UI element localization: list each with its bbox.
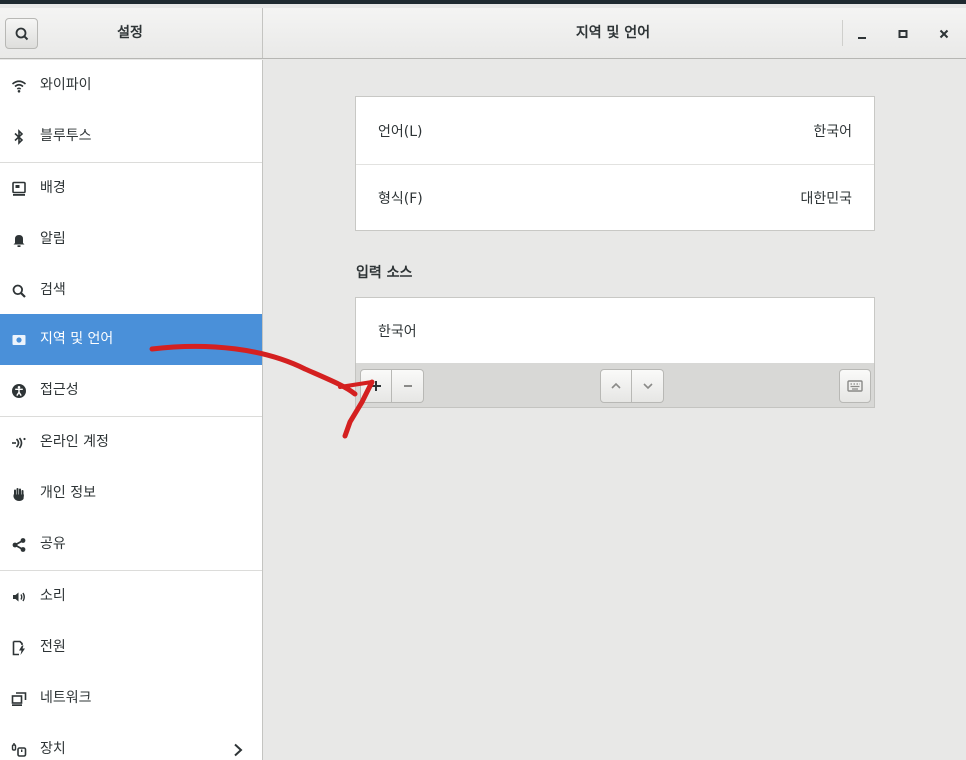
input-sources-list: 한국어: [355, 297, 875, 364]
sidebar-item-sharing[interactable]: 공유: [0, 519, 262, 570]
sidebar-item-bluetooth[interactable]: 블루투스: [0, 111, 262, 162]
formats-value: 대한민국: [800, 191, 852, 207]
settings-window: 설정 지역 및 언어 와이파이 블루투스 배경 알림 검색 지역 및 언어 접근…: [0, 0, 966, 760]
sidebar-item-accessibility[interactable]: 접근성: [0, 365, 262, 416]
sidebar-item-label: 온라인 계정: [40, 434, 109, 450]
sidebar-item-wifi[interactable]: 와이파이: [0, 60, 262, 111]
bell-icon: [10, 231, 28, 249]
speaker-icon: [10, 588, 28, 606]
chevron-down-icon: [642, 383, 653, 390]
language-value: 한국어: [813, 124, 852, 140]
sidebar-item-region-language[interactable]: 지역 및 언어: [0, 314, 262, 365]
devices-icon: [10, 741, 28, 759]
chevron-up-icon: [611, 382, 621, 389]
search-button[interactable]: [5, 18, 38, 49]
sidebar-item-label: 와이파이: [40, 77, 92, 93]
bluetooth-icon: [10, 128, 28, 146]
language-label: 언어(L): [378, 124, 423, 140]
close-button[interactable]: [932, 22, 956, 46]
sidebar-item-label: 지역 및 언어: [40, 331, 114, 347]
share-icon: [10, 536, 28, 554]
sidebar-item-label: 장치: [40, 741, 66, 757]
sidebar-item-label: 공유: [40, 536, 66, 552]
sidebar-item-label: 소리: [40, 588, 66, 604]
sidebar-title: 설정: [117, 25, 143, 41]
minus-icon: [403, 385, 412, 387]
close-icon: [939, 29, 949, 39]
input-sources-heading: 입력 소스: [356, 265, 413, 281]
input-source-row[interactable]: 한국어: [356, 298, 874, 363]
region-flag-icon: [10, 331, 28, 349]
maximize-icon: [898, 30, 908, 38]
maximize-button[interactable]: [891, 22, 915, 46]
move-up-button[interactable]: [600, 369, 632, 403]
background-icon: [10, 180, 28, 198]
sidebar-item-sound[interactable]: 소리: [0, 571, 262, 622]
sidebar-item-label: 접근성: [40, 382, 79, 398]
sidebar-item-privacy[interactable]: 개인 정보: [0, 468, 262, 519]
sidebar-item-power[interactable]: 전원: [0, 622, 262, 673]
sidebar-item-devices[interactable]: 장치: [0, 724, 262, 760]
privacy-hand-icon: [10, 485, 28, 503]
sidebar-header: 설정: [0, 8, 263, 58]
online-accounts-icon: [10, 434, 28, 452]
plus-icon: [371, 381, 381, 391]
search-icon: [10, 282, 28, 300]
move-down-button[interactable]: [632, 369, 664, 403]
sidebar-item-label: 알림: [40, 231, 66, 247]
chevron-right-icon: [234, 743, 243, 757]
sidebar-item-notifications[interactable]: 알림: [0, 214, 262, 265]
formats-row[interactable]: 형식(F) 대한민국: [356, 165, 874, 230]
remove-input-source-button[interactable]: [392, 369, 424, 403]
sidebar-item-label: 검색: [40, 282, 66, 298]
sidebar: 와이파이 블루투스 배경 알림 검색 지역 및 언어 접근성 온라인 계정 개인…: [0, 60, 263, 760]
window-controls-separator: [842, 20, 843, 46]
wifi-icon: [10, 77, 28, 95]
search-icon: [15, 27, 29, 41]
sidebar-item-label: 전원: [40, 639, 66, 655]
sidebar-item-search[interactable]: 검색: [0, 265, 262, 316]
keyboard-icon: [847, 380, 863, 392]
sidebar-item-background[interactable]: 배경: [0, 163, 262, 214]
sidebar-item-label: 개인 정보: [40, 485, 96, 501]
sidebar-item-label: 배경: [40, 180, 66, 196]
power-icon: [10, 639, 28, 657]
accessibility-icon: [10, 382, 28, 400]
header-bar: 설정 지역 및 언어: [0, 8, 966, 59]
network-icon: [10, 690, 28, 708]
language-row[interactable]: 언어(L) 한국어: [356, 97, 874, 164]
language-formats-card: 언어(L) 한국어 형식(F) 대한민국: [355, 96, 875, 231]
sidebar-item-label: 네트워크: [40, 690, 92, 706]
sidebar-item-network[interactable]: 네트워크: [0, 673, 262, 724]
input-source-label: 한국어: [378, 324, 417, 340]
formats-label: 형식(F): [378, 191, 423, 207]
input-sources-toolbar: [355, 363, 875, 408]
minimize-icon: [858, 37, 866, 39]
keyboard-layout-button[interactable]: [839, 369, 871, 403]
sidebar-item-label: 블루투스: [40, 128, 92, 144]
minimize-button[interactable]: [850, 22, 874, 46]
sidebar-item-online-accounts[interactable]: 온라인 계정: [0, 417, 262, 468]
add-input-source-button[interactable]: [360, 369, 392, 403]
